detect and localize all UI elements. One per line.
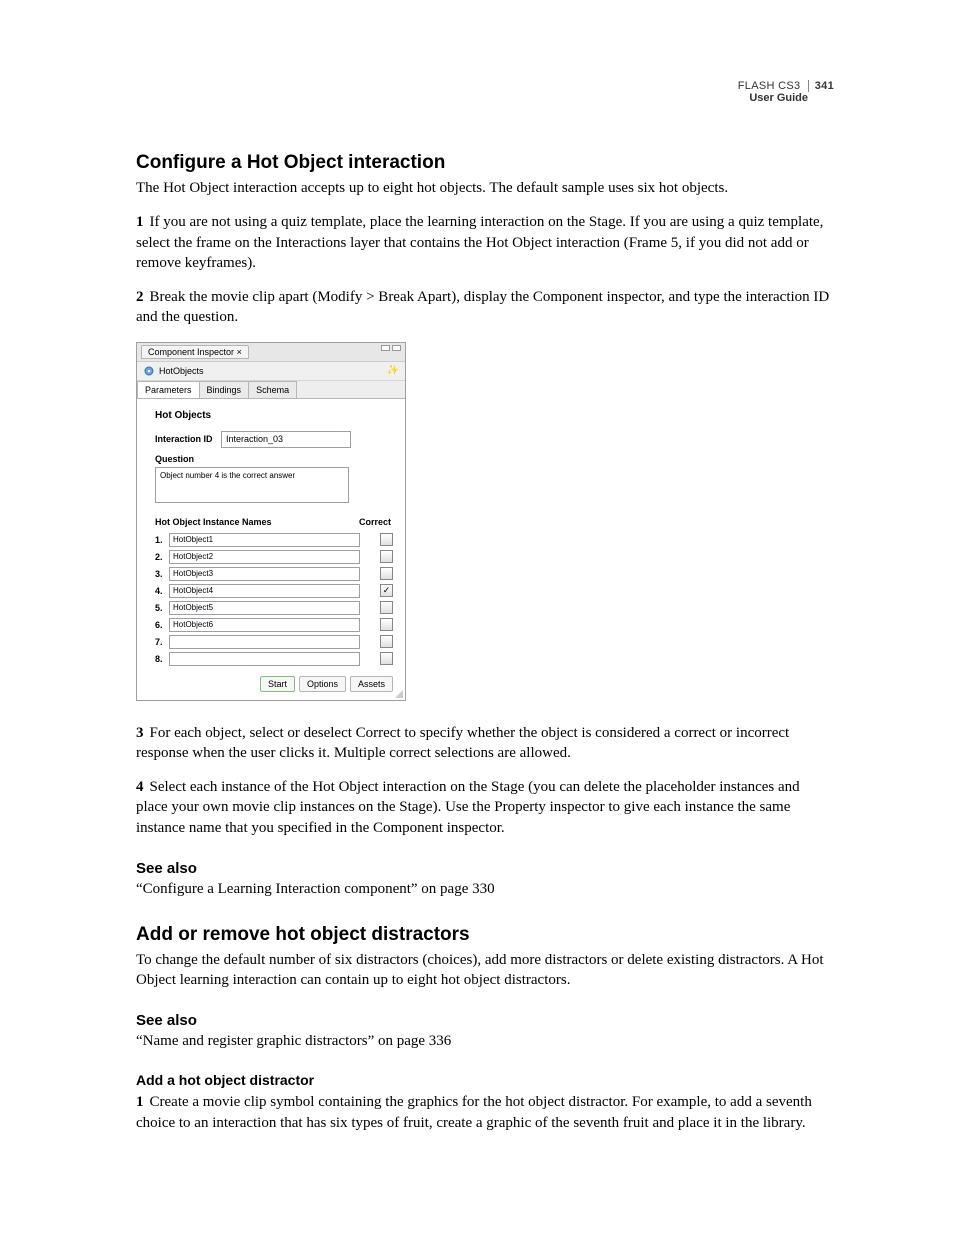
inspector-tabs: Parameters Bindings Schema [137,381,405,399]
assets-button[interactable]: Assets [350,676,393,692]
row-number: 7. [155,637,169,647]
list-item: 3. HotObject3 [155,567,393,581]
section-heading-distractors: Add or remove hot object distractors [136,924,834,946]
section2-intro: To change the default number of six dist… [136,950,834,991]
minimize-icon[interactable] [381,345,390,351]
window-titlebar[interactable]: Component Inspector × [137,343,405,362]
subsection-heading-add-distractor: Add a hot object distractor [136,1072,834,1088]
page-header: FLASH CS3 341 User Guide [136,80,834,104]
row-number: 6. [155,620,169,630]
list-item: 2. HotObject2 [155,550,393,564]
window-controls [381,345,401,351]
row-number: 8. [155,654,169,664]
inspector-body: Hot Objects Interaction ID Interaction_0… [137,399,405,700]
start-button[interactable]: Start [260,676,295,692]
tab-schema[interactable]: Schema [248,381,297,398]
menu-icon[interactable] [392,345,401,351]
instance-name-field[interactable]: HotObject4 [169,584,360,598]
instance-name-field[interactable]: HotObject6 [169,618,360,632]
section1-intro: The Hot Object interaction accepts up to… [136,178,834,198]
correct-checkbox[interactable] [380,567,393,580]
correct-checkbox[interactable] [380,550,393,563]
correct-checkbox[interactable] [380,618,393,631]
interaction-id-label: Interaction ID [155,434,221,444]
step-number: 4 [136,779,144,795]
list-item: 8. [155,652,393,666]
page-number: 341 [808,80,834,92]
tab-bindings[interactable]: Bindings [199,381,250,398]
step-number: 3 [136,725,144,741]
correct-checkbox[interactable] [380,635,393,648]
tab-parameters[interactable]: Parameters [137,381,200,398]
see-also-heading: See also [136,860,834,877]
step-2: 2Break the movie clip apart (Modify > Br… [136,287,834,328]
instance-name-field[interactable]: HotObject3 [169,567,360,581]
correct-checkbox[interactable]: ✓ [380,584,393,597]
step-1: 1If you are not using a quiz template, p… [136,212,834,273]
step-text: Break the movie clip apart (Modify > Bre… [136,289,829,325]
step-number: 1 [136,1094,144,1110]
list-item: 6. HotObject6 [155,618,393,632]
instance-name-field[interactable] [169,635,360,649]
row-number: 5. [155,603,169,613]
options-button[interactable]: Options [299,676,346,692]
component-name: HotObjects [159,366,204,376]
row-number: 1. [155,535,169,545]
correct-header: Correct [351,517,393,527]
step-1: 1Create a movie clip symbol containing t… [136,1092,834,1133]
step-number: 1 [136,214,144,230]
correct-checkbox[interactable] [380,601,393,614]
instance-name-field[interactable]: HotObject5 [169,601,360,615]
instance-name-field[interactable]: HotObject1 [169,533,360,547]
list-item: 5. HotObject5 [155,601,393,615]
step-text: Create a movie clip symbol containing th… [136,1094,812,1130]
correct-checkbox[interactable] [380,652,393,665]
step-number: 2 [136,289,144,305]
question-field[interactable]: Object number 4 is the correct answer [155,467,349,503]
wand-icon[interactable]: ✨ [387,365,399,376]
row-number: 3. [155,569,169,579]
step-text: If you are not using a quiz template, pl… [136,214,823,271]
component-inspector-window: Component Inspector × HotObjects ✨ Param… [136,342,406,701]
step-text: For each object, select or deselect Corr… [136,725,789,761]
list-item: 7. [155,635,393,649]
step-3: 3For each object, select or deselect Cor… [136,723,834,764]
row-number: 4. [155,586,169,596]
guide-label: User Guide [136,92,834,104]
window-title-tab[interactable]: Component Inspector × [141,345,249,359]
see-also-ref: “Configure a Learning Interaction compon… [136,881,834,898]
component-row: HotObjects ✨ [137,362,405,381]
interaction-id-field[interactable]: Interaction_03 [221,431,351,448]
close-icon[interactable]: × [237,347,242,357]
see-also-heading: See also [136,1012,834,1029]
section-heading-configure: Configure a Hot Object interaction [136,152,834,174]
list-item: 1. HotObject1 [155,533,393,547]
list-item: 4. HotObject4 ✓ [155,584,393,598]
step-4: 4Select each instance of the Hot Object … [136,777,834,838]
correct-checkbox[interactable] [380,533,393,546]
step-text: Select each instance of the Hot Object i… [136,779,800,836]
component-icon [143,365,155,377]
instance-names-header: Hot Object Instance Names [155,517,351,527]
panel-title: Hot Objects [155,410,393,421]
see-also-ref: “Name and register graphic distractors” … [136,1033,834,1050]
resize-grip-icon[interactable] [395,690,403,698]
row-number: 2. [155,552,169,562]
instance-name-field[interactable] [169,652,360,666]
product-name: FLASH CS3 [738,80,801,92]
instance-name-field[interactable]: HotObject2 [169,550,360,564]
question-label: Question [155,454,393,464]
